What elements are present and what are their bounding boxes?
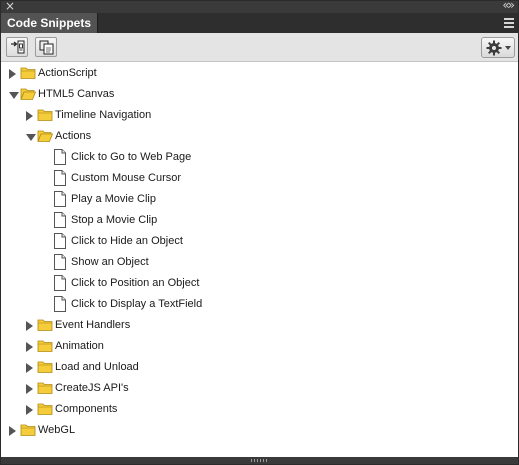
snippet-file-icon xyxy=(54,170,66,191)
tree-snippet-label: Play a Movie Clip xyxy=(71,193,156,205)
expand-triangle-closed-icon[interactable] xyxy=(26,405,33,415)
tree-snippet-label: Stop a Movie Clip xyxy=(71,214,158,226)
tree-folder-label: CreateJS API's xyxy=(55,382,129,394)
tree-folder-row[interactable]: Load and Unload xyxy=(1,357,518,378)
expand-triangle-open-icon[interactable] xyxy=(26,134,36,141)
tree-folder-row[interactable]: Components xyxy=(1,399,518,420)
snippet-file-icon xyxy=(54,296,66,317)
tree-snippet-row[interactable]: Stop a Movie Clip xyxy=(1,210,518,231)
tree-folder-label: Timeline Navigation xyxy=(55,109,152,121)
folder-icon xyxy=(37,339,53,358)
folder-icon xyxy=(37,318,53,337)
tree-folder-label: Event Handlers xyxy=(55,319,131,331)
snippet-file-icon xyxy=(54,275,66,296)
tree-folder-row[interactable]: CreateJS API's xyxy=(1,378,518,399)
folder-icon xyxy=(20,423,36,442)
expand-triangle-closed-icon[interactable] xyxy=(26,384,33,394)
tree-snippet-row[interactable]: Play a Movie Clip xyxy=(1,189,518,210)
copy-to-clipboard-button[interactable] xyxy=(35,37,57,57)
snippet-file-icon xyxy=(54,191,66,212)
tree-snippet-row[interactable]: Click to Hide an Object xyxy=(1,231,518,252)
tree-snippet-label: Show an Object xyxy=(71,256,149,268)
expand-triangle-closed-icon[interactable] xyxy=(26,363,33,373)
folder-icon xyxy=(37,381,53,400)
tree-folder-label: HTML5 Canvas xyxy=(38,88,115,100)
expand-triangle-open-icon[interactable] xyxy=(9,92,19,99)
tree-folder-label: ActionScript xyxy=(38,67,97,79)
collapse-panel-icon[interactable]: «» xyxy=(502,1,515,12)
folder-icon xyxy=(37,360,53,379)
panel-bottom-bar xyxy=(1,457,518,464)
tree-snippet-row[interactable]: Custom Mouse Cursor xyxy=(1,168,518,189)
toolbar xyxy=(1,33,518,62)
close-icon[interactable]: × xyxy=(5,1,15,13)
tab-code-snippets[interactable]: Code Snippets xyxy=(1,13,99,33)
tree-folder-label: WebGL xyxy=(38,424,76,436)
tree-snippet-label: Click to Go to Web Page xyxy=(71,151,192,163)
options-menu-button[interactable] xyxy=(481,37,515,58)
panel-menu-icon[interactable] xyxy=(504,18,514,28)
insert-snippet-icon xyxy=(11,40,25,54)
tree-folder-label: Actions xyxy=(55,130,92,142)
code-snippets-panel: × «» Code Snippets ActionScript HTML5 Ca… xyxy=(0,0,519,465)
tree-folder-row[interactable]: Animation xyxy=(1,336,518,357)
folder-icon xyxy=(20,66,36,85)
tree-folder-row[interactable]: WebGL xyxy=(1,420,518,441)
tree-folder-row[interactable]: ActionScript xyxy=(1,63,518,84)
resize-grip-icon[interactable] xyxy=(251,459,269,462)
tree-folder-label: Animation xyxy=(55,340,104,352)
folder-icon xyxy=(37,108,53,127)
expand-triangle-closed-icon[interactable] xyxy=(26,342,33,352)
folder-open-icon xyxy=(37,129,54,148)
copy-to-clipboard-icon xyxy=(39,40,54,55)
snippet-file-icon xyxy=(54,254,66,275)
tree-snippet-label: Click to Display a TextField xyxy=(71,298,203,310)
panel-top-strip: × «» xyxy=(1,1,518,13)
folder-icon xyxy=(37,402,53,421)
folder-open-icon xyxy=(20,87,37,106)
tree-folder-row[interactable]: Actions xyxy=(1,126,518,147)
tree-folder-label: Load and Unload xyxy=(55,361,139,373)
tree-folder-row[interactable]: Event Handlers xyxy=(1,315,518,336)
snippet-file-icon xyxy=(54,149,66,170)
expand-triangle-closed-icon[interactable] xyxy=(26,111,33,121)
snippet-file-icon xyxy=(54,233,66,254)
insert-snippet-button[interactable] xyxy=(6,37,28,57)
tree-snippet-label: Custom Mouse Cursor xyxy=(71,172,182,184)
tree-folder-row[interactable]: Timeline Navigation xyxy=(1,105,518,126)
chevron-down-icon xyxy=(505,46,511,50)
tree-snippet-row[interactable]: Click to Go to Web Page xyxy=(1,147,518,168)
snippet-file-icon xyxy=(54,212,66,233)
tree-folder-label: Components xyxy=(55,403,118,415)
tree-snippet-row[interactable]: Show an Object xyxy=(1,252,518,273)
tab-bar: Code Snippets xyxy=(1,13,518,33)
expand-triangle-closed-icon[interactable] xyxy=(26,321,33,331)
snippets-tree: ActionScript HTML5 Canvas Timeline Navigat… xyxy=(1,63,518,441)
expand-triangle-closed-icon[interactable] xyxy=(9,69,16,79)
tree-snippet-row[interactable]: Click to Display a TextField xyxy=(1,294,518,315)
tree-folder-row[interactable]: HTML5 Canvas xyxy=(1,84,518,105)
tree-snippet-label: Click to Position an Object xyxy=(71,277,200,289)
gear-icon xyxy=(486,40,502,56)
tree-snippet-label: Click to Hide an Object xyxy=(71,235,183,247)
expand-triangle-closed-icon[interactable] xyxy=(9,426,16,436)
tree-snippet-row[interactable]: Click to Position an Object xyxy=(1,273,518,294)
